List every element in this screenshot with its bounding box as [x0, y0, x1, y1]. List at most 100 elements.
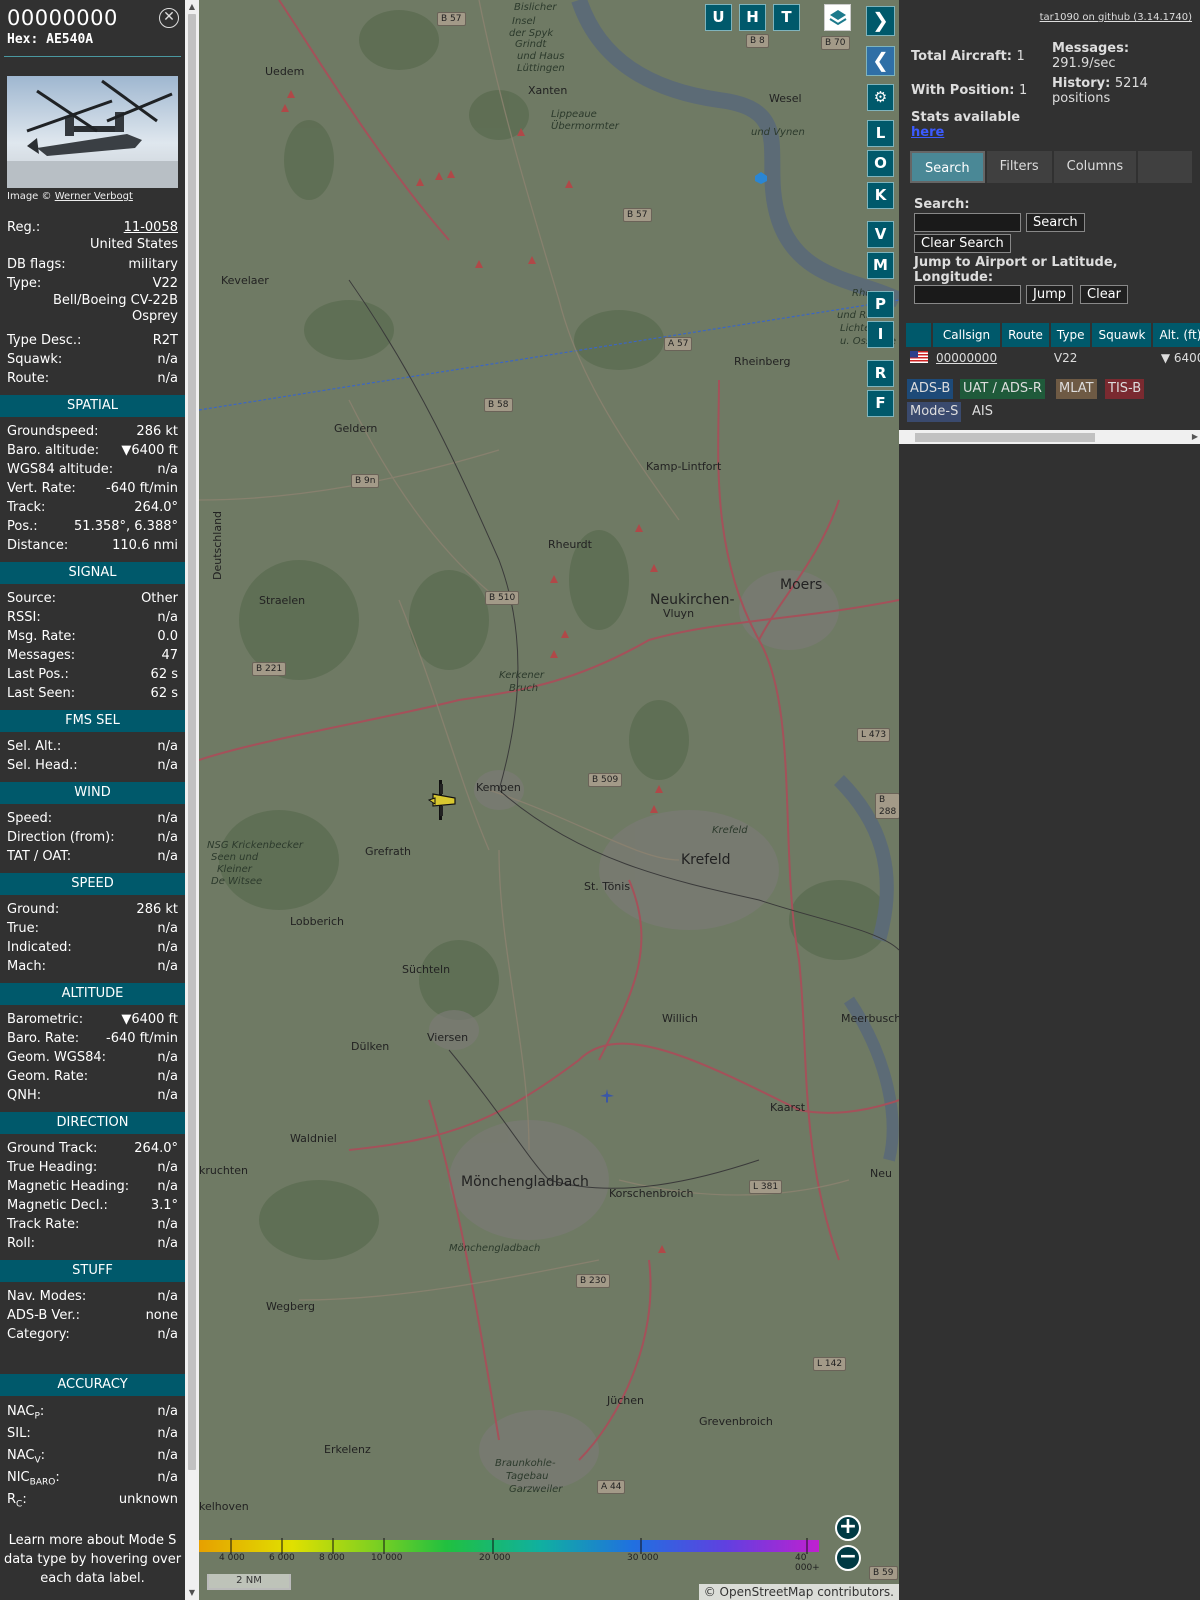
with-position: With Position: 1	[911, 83, 1027, 98]
jump-button[interactable]: Jump	[1026, 285, 1073, 304]
place-label: Kempen	[476, 781, 521, 794]
clear-search-button[interactable]: Clear Search	[914, 234, 1011, 253]
tab-extra[interactable]	[1138, 151, 1193, 183]
toolbar-v-button[interactable]: V	[867, 221, 894, 248]
clear-jump-button[interactable]: Clear	[1080, 285, 1128, 304]
toolbar-p-button[interactable]: P	[867, 291, 894, 318]
sidebar-scroll-thumb[interactable]	[188, 14, 196, 1470]
direction-label: Ground Track:	[7, 1141, 98, 1156]
signal-value: n/a	[157, 610, 178, 625]
github-link[interactable]: tar1090 on github (3.14.1740)	[1040, 12, 1192, 23]
toolbar-k-button[interactable]: K	[867, 182, 894, 209]
row-callsign[interactable]: 00000000	[932, 347, 1001, 369]
sil-value: n/a	[157, 1426, 178, 1441]
settings-button[interactable]: ⚙	[867, 84, 894, 111]
stuff-value: none	[145, 1308, 178, 1323]
table-horizontal-scrollbar[interactable]: ▶	[899, 430, 1200, 444]
table-row[interactable]: 00000000 V22 ▼ 6400	[906, 347, 1200, 369]
place-label: Seen und	[211, 852, 259, 863]
toolbar-u-button[interactable]: U	[705, 4, 732, 31]
flag-column-header[interactable]	[906, 323, 933, 347]
tab-columns[interactable]: Columns	[1053, 151, 1137, 183]
attribution-prefix: ©	[703, 1585, 720, 1599]
zoom-out-button[interactable]: −	[835, 1545, 861, 1571]
spatial-label: Vert. Rate:	[7, 481, 76, 496]
tab-search[interactable]: Search	[910, 151, 985, 183]
history-value: 5214	[1114, 76, 1148, 91]
registration-link[interactable]: 11-0058	[124, 218, 178, 237]
jump-input[interactable]	[914, 285, 1021, 304]
toolbar-i-button[interactable]: I	[867, 321, 894, 348]
toolbar-h-button[interactable]: H	[739, 4, 766, 31]
collapse-left-button[interactable]: ❮	[866, 46, 895, 76]
direction-row: Roll: n/a	[0, 1234, 185, 1253]
fms-value: n/a	[157, 758, 178, 773]
photographer-link[interactable]: Werner Verbogt	[55, 191, 133, 202]
place-label: Rheurdt	[548, 538, 592, 551]
stats-here-link[interactable]: here	[911, 125, 944, 140]
scroll-down-icon[interactable]: ▼	[185, 1586, 199, 1600]
direction-row: Ground Track: 264.0°	[0, 1139, 185, 1158]
place-label: Viersen	[427, 1031, 469, 1044]
speed-value: 286 kt	[136, 902, 178, 917]
country: United States	[89, 237, 178, 252]
place-label: Krefeld	[681, 852, 731, 868]
zoom-in-button[interactable]: +	[835, 1515, 861, 1541]
close-detail-icon[interactable]: ✕	[159, 8, 179, 28]
altitude-tick-label: 40 000+	[795, 1553, 820, 1573]
table-scroll-thumb[interactable]	[915, 433, 1095, 442]
toolbar-f-button[interactable]: F	[867, 390, 894, 417]
column-type[interactable]: Type	[1049, 323, 1093, 347]
search-input[interactable]	[914, 213, 1021, 232]
layers-button[interactable]	[824, 4, 851, 31]
place-label: Tagebau	[506, 1471, 549, 1482]
column-squawk[interactable]: Squawk	[1091, 323, 1154, 347]
toolbar-t-button[interactable]: T	[773, 4, 800, 31]
typedesc-value: R2T	[152, 333, 178, 348]
fms-label: Sel. Head.:	[7, 758, 78, 773]
osm-link[interactable]: OpenStreetMap	[720, 1585, 814, 1599]
place-label: Xanten	[528, 84, 568, 97]
column-callsign[interactable]: Callsign	[932, 323, 1003, 347]
spatial-value: ▼6400 ft	[121, 443, 178, 458]
place-label: Kaarst	[770, 1101, 806, 1114]
column-altitude[interactable]: Alt. (ft)	[1152, 323, 1200, 347]
map-view[interactable]: Uedem Xanten Wesel Kevelaer Rheinberg Geldern…	[199, 0, 899, 1600]
spatial-row: Baro. altitude: ▼6400 ft	[0, 441, 185, 460]
direction-list: Ground Track: 264.0° True Heading: n/a Magne…	[0, 1139, 185, 1253]
direction-value: n/a	[157, 1160, 178, 1175]
place-label: Meerbusch	[841, 1012, 899, 1025]
toolbar-l-button[interactable]: L	[867, 120, 894, 147]
road-label: B 8	[746, 34, 769, 48]
toolbar-o-button[interactable]: O	[867, 150, 894, 177]
osprey-photo-graphic	[7, 79, 178, 188]
scroll-right-icon[interactable]: ▶	[1192, 430, 1198, 444]
other-aircraft-icon[interactable]	[599, 1088, 615, 1104]
section-fms: FMS SEL	[0, 710, 185, 732]
tab-filters[interactable]: Filters	[986, 151, 1052, 183]
direction-row: True Heading: n/a	[0, 1158, 185, 1177]
search-button[interactable]: Search	[1026, 213, 1085, 232]
scroll-up-icon[interactable]: ▲	[185, 0, 199, 14]
signal-label: RSSI:	[7, 610, 41, 625]
altitude-label: Barometric:	[7, 1012, 84, 1027]
direction-value: 264.0°	[134, 1141, 178, 1156]
sidebar-scrollbar[interactable]: ▲ ▼	[185, 0, 199, 1600]
stuff-value: n/a	[157, 1327, 178, 1342]
toolbar-r-button[interactable]: R	[867, 360, 894, 387]
squawk-row: Squawk: n/a	[0, 350, 185, 369]
road-label: A 57	[664, 337, 693, 351]
typedesc-label: Type Desc.:	[7, 333, 82, 348]
altitude-row: QNH: n/a	[0, 1086, 185, 1105]
type-label: Type:	[7, 276, 42, 291]
speed-row: Ground: 286 kt	[0, 900, 185, 919]
section-speed: SPEED	[0, 873, 185, 895]
selected-aircraft-marker[interactable]	[427, 780, 459, 820]
road-label: B 9n	[351, 474, 380, 488]
aircraft-photo[interactable]	[7, 76, 178, 188]
squawk-label: Squawk:	[7, 352, 63, 367]
signal-label: Source:	[7, 591, 57, 606]
toolbar-m-button[interactable]: M	[867, 252, 894, 279]
expand-right-button[interactable]: ❯	[866, 6, 895, 36]
column-route[interactable]: Route	[1001, 323, 1051, 347]
